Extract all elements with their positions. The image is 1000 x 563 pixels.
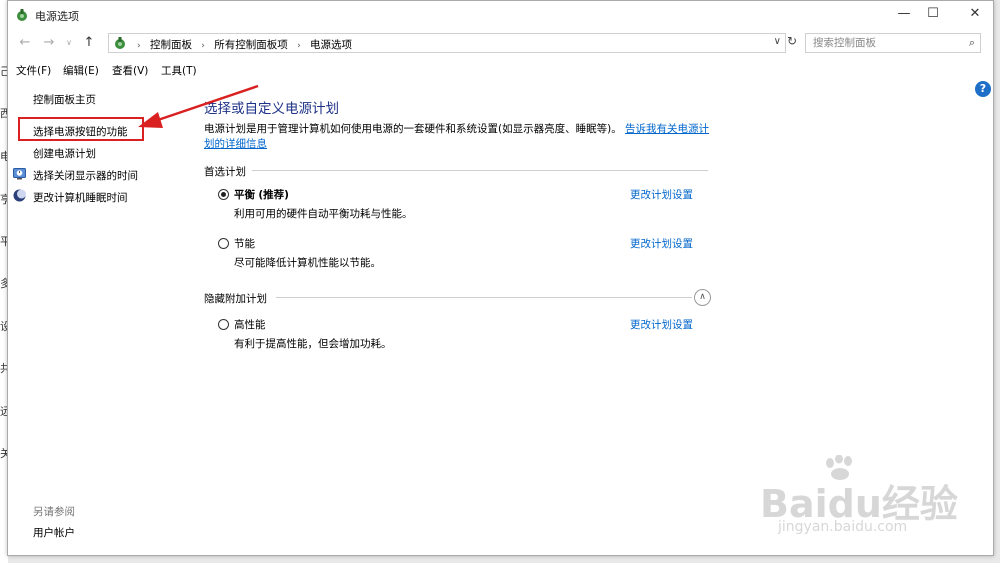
sidebar-link-power-button[interactable]: 选择电源按钮的功能 — [33, 124, 128, 139]
up-arrow-icon[interactable]: ↑ — [80, 35, 98, 50]
display-timer-icon — [13, 168, 26, 180]
search-icon[interactable]: ⌕ — [969, 36, 975, 50]
breadcrumb: › 控制面板 › 所有控制面板项 › 电源选项 — [131, 37, 352, 52]
breadcrumb-item[interactable]: 所有控制面板项 — [214, 39, 288, 51]
section-divider — [276, 297, 692, 298]
minimize-button[interactable]: — — [893, 5, 915, 23]
page-description: 电源计划是用于管理计算机如何使用电源的一套硬件和系统设置(如显示器亮度、睡眠等)… — [204, 122, 714, 152]
plan-description: 有利于提高性能，但会增加功耗。 — [234, 338, 392, 350]
plan-power-saver[interactable]: 节能 — [218, 236, 255, 251]
radio-button[interactable] — [218, 238, 229, 249]
section-divider — [252, 170, 708, 171]
plan-tag: (推荐) — [258, 189, 289, 201]
help-icon[interactable]: ? — [975, 81, 991, 97]
watermark-url: jingyan.baidu.com — [778, 519, 908, 535]
maximize-button[interactable]: ☐ — [922, 5, 944, 23]
recent-dropdown-icon[interactable]: ∨ — [60, 38, 78, 47]
description-text: 电源计划是用于管理计算机如何使用电源的一套硬件和系统设置(如显示器亮度、睡眠等)… — [204, 123, 622, 135]
plan-balanced[interactable]: 平衡 (推荐) — [218, 187, 289, 202]
title-bar: 电源选项 — ☐ ✕ — [8, 1, 993, 29]
plan-name: 节能 — [234, 238, 255, 250]
window-title: 电源选项 — [35, 10, 79, 23]
hidden-plans-heading: 隐藏附加计划 — [204, 293, 267, 305]
forward-arrow-icon[interactable]: → — [40, 35, 58, 50]
menu-view[interactable]: 查看(V) — [112, 63, 148, 78]
search-box: ⌕ — [805, 33, 981, 53]
plan-high-performance[interactable]: 高性能 — [218, 317, 266, 332]
menu-bar: 文件(F) 编辑(E) 查看(V) 工具(T) — [8, 61, 993, 79]
sidebar-home-link[interactable]: 控制面板主页 — [33, 92, 96, 107]
sidebar-link-display-off[interactable]: 选择关闭显示器的时间 — [33, 168, 138, 183]
baidu-watermark: Baidu经验 jingyan.baidu.com — [760, 455, 990, 545]
preferred-plans-heading: 首选计划 — [204, 166, 246, 178]
radio-button[interactable] — [218, 319, 229, 330]
sidebar-link-sleep-time[interactable]: 更改计算机睡眠时间 — [33, 190, 128, 205]
sidebar-link-user-accounts[interactable]: 用户帐户 — [33, 525, 75, 540]
plan-description: 利用可用的硬件自动平衡功耗与性能。 — [234, 208, 413, 220]
chevron-right-icon: › — [137, 41, 141, 51]
change-plan-settings-link[interactable]: 更改计划设置 — [630, 236, 693, 251]
page-title: 选择或自定义电源计划 — [204, 101, 339, 117]
menu-edit[interactable]: 编辑(E) — [63, 63, 99, 78]
chevron-up-icon[interactable]: ∧ — [694, 289, 711, 306]
breadcrumb-item[interactable]: 控制面板 — [150, 39, 192, 51]
sleep-moon-icon — [13, 189, 26, 202]
plan-description: 尽可能降低计算机性能以节能。 — [234, 257, 381, 269]
control-panel-icon — [115, 37, 125, 49]
address-input[interactable]: › 控制面板 › 所有控制面板项 › 电源选项 ∨ — [108, 33, 786, 53]
menu-tools[interactable]: 工具(T) — [161, 63, 197, 78]
menu-file[interactable]: 文件(F) — [16, 63, 51, 78]
refresh-icon[interactable]: ↻ — [782, 34, 802, 52]
search-input[interactable] — [806, 34, 956, 52]
back-arrow-icon[interactable]: ← — [16, 35, 34, 50]
power-options-icon — [17, 9, 27, 21]
sidebar-link-create-plan[interactable]: 创建电源计划 — [33, 146, 96, 161]
radio-button-selected[interactable] — [218, 189, 229, 200]
breadcrumb-item[interactable]: 电源选项 — [310, 39, 352, 51]
chevron-right-icon[interactable]: › — [201, 41, 205, 51]
chevron-down-icon[interactable]: ∨ — [774, 36, 781, 47]
chevron-right-icon[interactable]: › — [297, 41, 301, 51]
see-also-heading: 另请参阅 — [33, 506, 75, 518]
address-bar: ← → ∨ ↑ › 控制面板 › 所有控制面板项 › 电源选项 ∨ ↻ ⌕ — [8, 31, 993, 55]
plan-name: 平衡 — [234, 189, 255, 201]
close-button[interactable]: ✕ — [964, 5, 986, 23]
change-plan-settings-link[interactable]: 更改计划设置 — [630, 187, 693, 202]
change-plan-settings-link[interactable]: 更改计划设置 — [630, 317, 693, 332]
plan-name: 高性能 — [234, 319, 266, 331]
